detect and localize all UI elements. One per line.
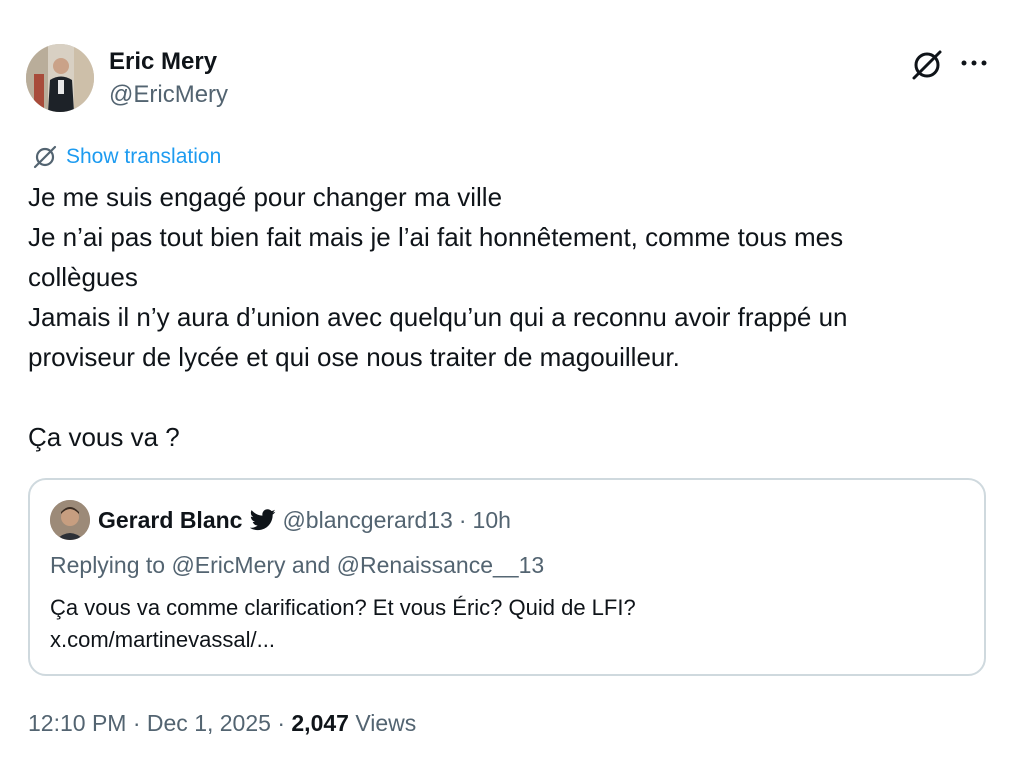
grok-button[interactable]	[908, 46, 946, 84]
quoted-replying-to: Replying to @EricMery and @Renaissance__…	[50, 552, 545, 578]
views-label: Views	[355, 710, 417, 736]
post-line: Je me suis engagé pour changer ma ville	[28, 182, 503, 212]
quoted-link[interactable]: x.com/martinevassal/...	[50, 624, 636, 656]
post-time[interactable]: 12:10 PM	[28, 710, 126, 736]
show-translation-button[interactable]: Show translation	[32, 142, 221, 172]
more-icon	[961, 60, 987, 66]
post-line: Jamais il n’y aura d’union avec quelqu’u…	[28, 302, 848, 332]
quoted-avatar-photo	[50, 500, 90, 540]
post-line: proviseur de lycée et qui ose nous trait…	[28, 342, 680, 372]
twitter-bird-icon	[250, 509, 277, 531]
post-line: collègues	[28, 262, 138, 292]
avatar-photo	[26, 44, 94, 112]
author-avatar[interactable]	[26, 44, 94, 112]
author-name[interactable]: Eric Mery	[109, 47, 217, 77]
author-handle[interactable]: @EricMery	[109, 80, 228, 110]
quoted-text: Ça vous va comme clarification? Et vous …	[50, 592, 636, 656]
show-translation-label: Show translation	[66, 145, 222, 168]
post-line: Je n’ai pas tout bien fait mais je l’ai …	[28, 222, 844, 252]
post-closing-line: Ça vous va ?	[28, 422, 180, 452]
grok-icon	[33, 145, 57, 169]
quoted-timestamp[interactable]: 10h	[473, 504, 511, 536]
grok-icon	[912, 50, 942, 80]
meta-separator: ·	[132, 710, 141, 736]
quoted-separator: ·	[458, 507, 467, 533]
meta-separator: ·	[277, 710, 285, 736]
quoted-header: Gerard Blanc @blancgerard13 · 10h	[98, 504, 511, 536]
post-date[interactable]: Dec 1, 2025	[147, 710, 271, 736]
quoted-post-card[interactable]: Gerard Blanc @blancgerard13 · 10h Replyi…	[28, 478, 986, 676]
quoted-author-avatar[interactable]	[50, 500, 90, 540]
post-text: Je me suis engagé pour changer ma ville …	[28, 177, 998, 457]
views-count: 2,047	[291, 710, 349, 736]
quoted-text-line: Ça vous va comme clarification? Et vous …	[50, 595, 636, 620]
quoted-author-name[interactable]: Gerard Blanc	[98, 504, 242, 536]
post-meta-footer: 12:10 PM · Dec 1, 2025 · 2,047 Views	[28, 706, 416, 740]
more-options-button[interactable]	[954, 48, 994, 78]
quoted-author-handle[interactable]: @blancgerard13	[282, 504, 452, 536]
